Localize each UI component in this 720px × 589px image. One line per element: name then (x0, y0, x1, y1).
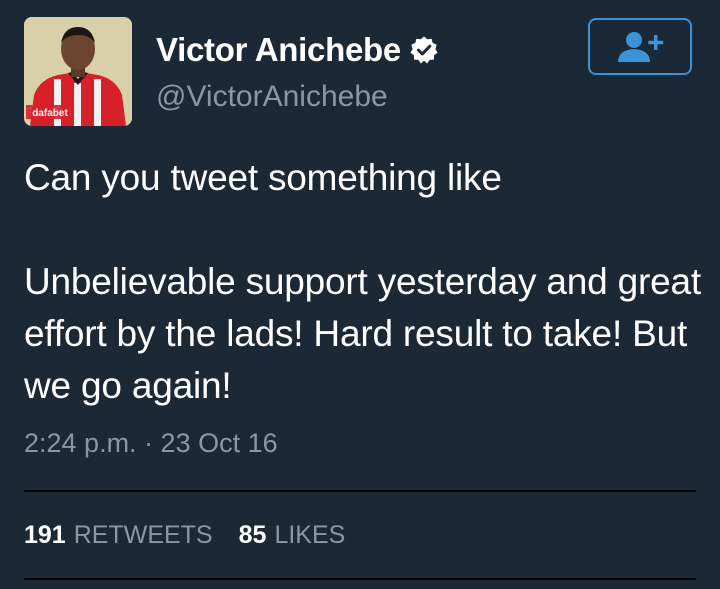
author-name-row: Victor Anichebe (156, 28, 439, 72)
display-name[interactable]: Victor Anichebe (156, 31, 401, 69)
avatar-sponsor-text: dafabet (32, 108, 68, 119)
avatar-photo: dafabet (24, 17, 132, 126)
tweet-stats: 191 RETWEETS 85 LIKES (24, 521, 371, 550)
verified-badge-icon (409, 35, 439, 65)
divider-bottom (24, 578, 696, 580)
likes-label: LIKES (274, 521, 346, 549)
follow-button[interactable] (588, 18, 692, 75)
divider-top (24, 490, 696, 492)
retweets-count: 191 (24, 521, 66, 549)
tweet-timestamp[interactable]: 2:24 p.m. · 23 Oct 16 (24, 428, 278, 459)
likes-count: 85 (238, 521, 267, 549)
avatar[interactable]: dafabet (24, 17, 132, 126)
retweets-stat[interactable]: 191 RETWEETS (24, 521, 213, 550)
tweet-text: Can you tweet something like Unbelievabl… (24, 157, 701, 406)
add-user-icon (618, 31, 664, 62)
likes-stat[interactable]: 85 LIKES (239, 521, 346, 550)
user-handle[interactable]: @VictorAnichebe (156, 80, 388, 114)
retweets-label: RETWEETS (73, 521, 213, 549)
